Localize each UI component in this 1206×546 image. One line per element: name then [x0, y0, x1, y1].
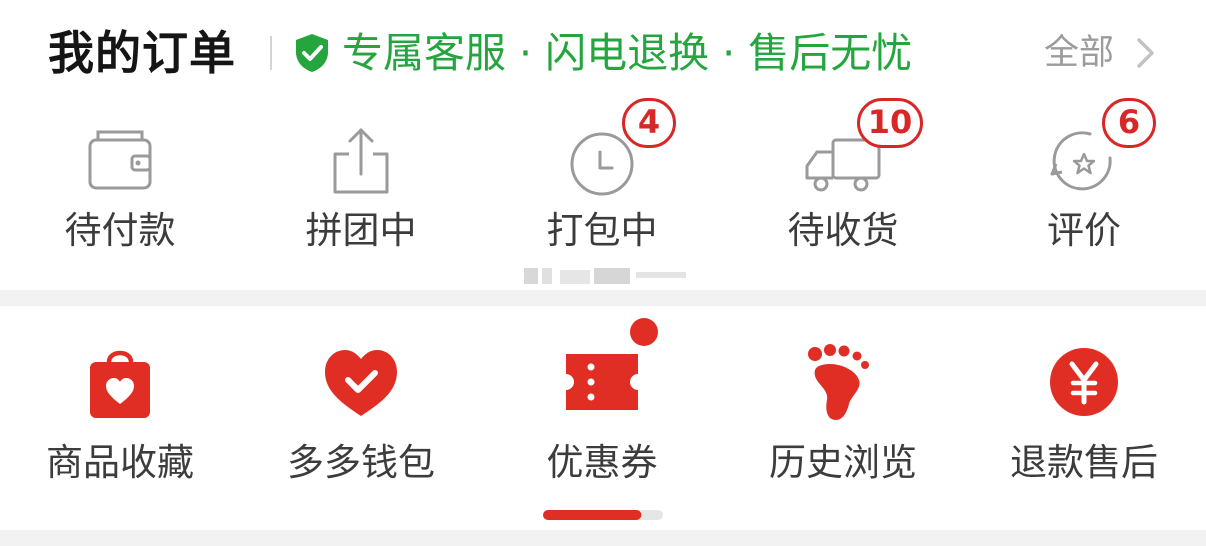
favorites-bag-icon [90, 350, 150, 418]
order-status-awaiting-delivery[interactable]: 10 待收货 [723, 98, 963, 284]
wallet-heart-icon [325, 350, 397, 416]
service-label: 商品收藏 [46, 441, 194, 484]
title-divider [270, 36, 272, 70]
coupon-icon [566, 354, 638, 410]
footprint-icon [808, 344, 869, 420]
page-title: 我的订单 [48, 26, 236, 80]
service-label: 历史浏览 [769, 441, 917, 484]
page-indicator [543, 510, 663, 520]
services-grid: 商品收藏 多多钱包 优惠券 历史浏览 退款售后 [0, 306, 1206, 530]
service-refund[interactable]: 退款售后 [964, 306, 1204, 530]
order-status-label: 待收货 [787, 209, 899, 252]
order-status-review[interactable]: 6 评价 [964, 98, 1204, 284]
order-status-pending-payment[interactable]: 待付款 [0, 104, 240, 284]
service-coupons[interactable]: 优惠券 [482, 306, 722, 530]
order-count-badge: 4 [622, 98, 676, 148]
service-label: 多多钱包 [287, 441, 435, 484]
service-history[interactable]: 历史浏览 [723, 306, 963, 530]
service-promise: 专属客服 · 闪电退换 · 售后无忧 [342, 29, 913, 77]
wallet-icon [88, 130, 152, 190]
order-status-group-buying[interactable]: 拼团中 [241, 104, 481, 284]
service-label: 优惠券 [546, 441, 658, 484]
order-status-label: 评价 [1047, 209, 1121, 252]
service-label: 退款售后 [1010, 441, 1158, 484]
order-status-packing[interactable]: 4 打包中 [482, 98, 722, 284]
service-wallet[interactable]: 多多钱包 [241, 306, 481, 530]
page-indicator-fill [543, 510, 642, 520]
chevron-right-icon[interactable] [1130, 36, 1160, 70]
share-icon [333, 128, 389, 194]
order-count-badge: 10 [857, 98, 923, 148]
service-favorites[interactable]: 商品收藏 [0, 306, 240, 530]
order-status-label: 拼团中 [305, 209, 417, 252]
faded-scroll-overlay [520, 264, 690, 284]
shield-check-icon [296, 34, 328, 72]
my-orders-card: 我的订单 专属客服 · 闪电退换 · 售后无忧 全部 待付款 拼团中 4 打包中… [0, 0, 1206, 290]
order-status-label: 待付款 [64, 209, 176, 252]
order-status-label: 打包中 [546, 209, 658, 252]
refund-yuan-icon [1050, 348, 1118, 416]
new-coupon-dot [630, 318, 658, 346]
orders-header: 我的订单 专属客服 · 闪电退换 · 售后无忧 全部 [0, 0, 1206, 104]
order-count-badge: 6 [1102, 98, 1156, 148]
all-orders-link[interactable]: 全部 [1044, 28, 1114, 78]
